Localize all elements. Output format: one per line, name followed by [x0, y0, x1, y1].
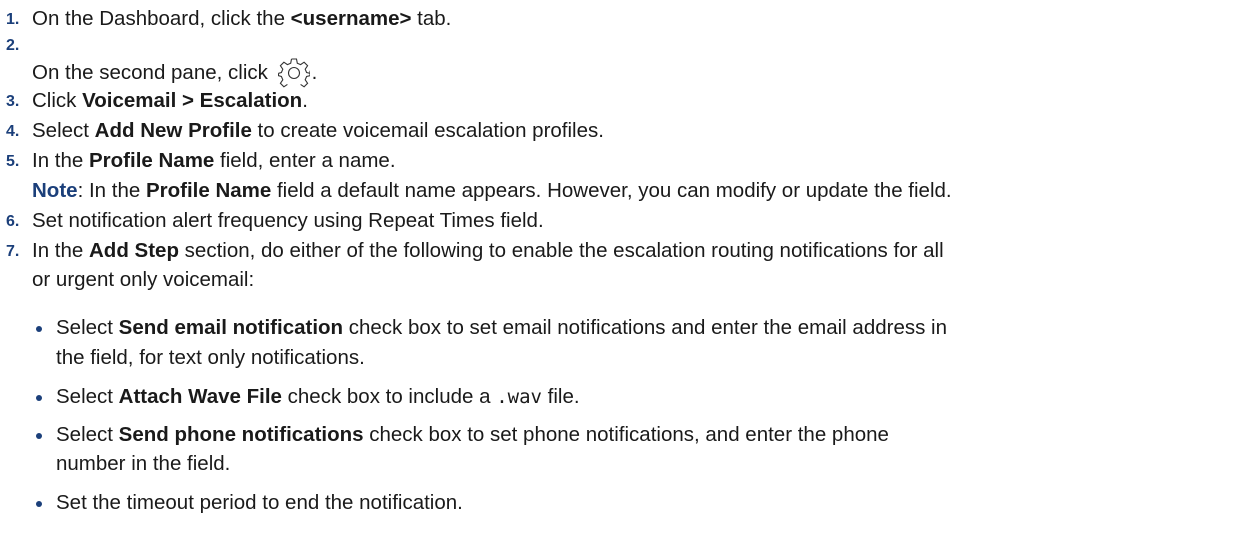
- bullet-text-continued: number in the field.: [56, 452, 231, 475]
- step-number: 4.: [6, 123, 20, 140]
- step-number: 1.: [6, 11, 20, 28]
- username-tab-label: <username>: [290, 7, 412, 30]
- bullet-dot: [36, 501, 42, 507]
- step-text: Click Voicemail > Escalation.: [32, 89, 308, 112]
- step-text: Select Add New Profile to create voicema…: [32, 119, 604, 142]
- bullet-text: Select Send email notification check box…: [56, 316, 948, 339]
- step-number: 5.: [6, 153, 20, 170]
- instruction-document: 1. On the Dashboard, click the <username…: [0, 0, 1249, 540]
- bullet-text-continued: the field, for text only notifications.: [56, 346, 365, 369]
- step-text-continued: or urgent only voicemail:: [32, 268, 255, 291]
- step-text: Set notification alert frequency using R…: [32, 209, 544, 232]
- step-note: Note: In the Profile Name field a defaul…: [32, 179, 952, 202]
- note-label: Note: [32, 179, 78, 202]
- bullet-dot: [36, 395, 42, 401]
- bullet-dot: [36, 326, 42, 332]
- step-number: 7.: [6, 243, 20, 260]
- step-text: In the Add Step section, do either of th…: [32, 239, 944, 262]
- step-number: 2.: [6, 37, 20, 54]
- file-extension-code: .wav: [496, 386, 542, 408]
- step-number: 6.: [6, 213, 20, 230]
- step-text: In the Profile Name field, enter a name.: [32, 149, 396, 172]
- bullet-dot: [36, 433, 42, 439]
- bullet-text: Set the timeout period to end the notifi…: [56, 491, 463, 514]
- step-text: On the Dashboard, click the <username> t…: [32, 7, 452, 30]
- step-number: 3.: [6, 93, 20, 110]
- bullet-text: Select Send phone notifications check bo…: [56, 423, 889, 446]
- bullet-text: Select Attach Wave File check box to inc…: [56, 385, 580, 408]
